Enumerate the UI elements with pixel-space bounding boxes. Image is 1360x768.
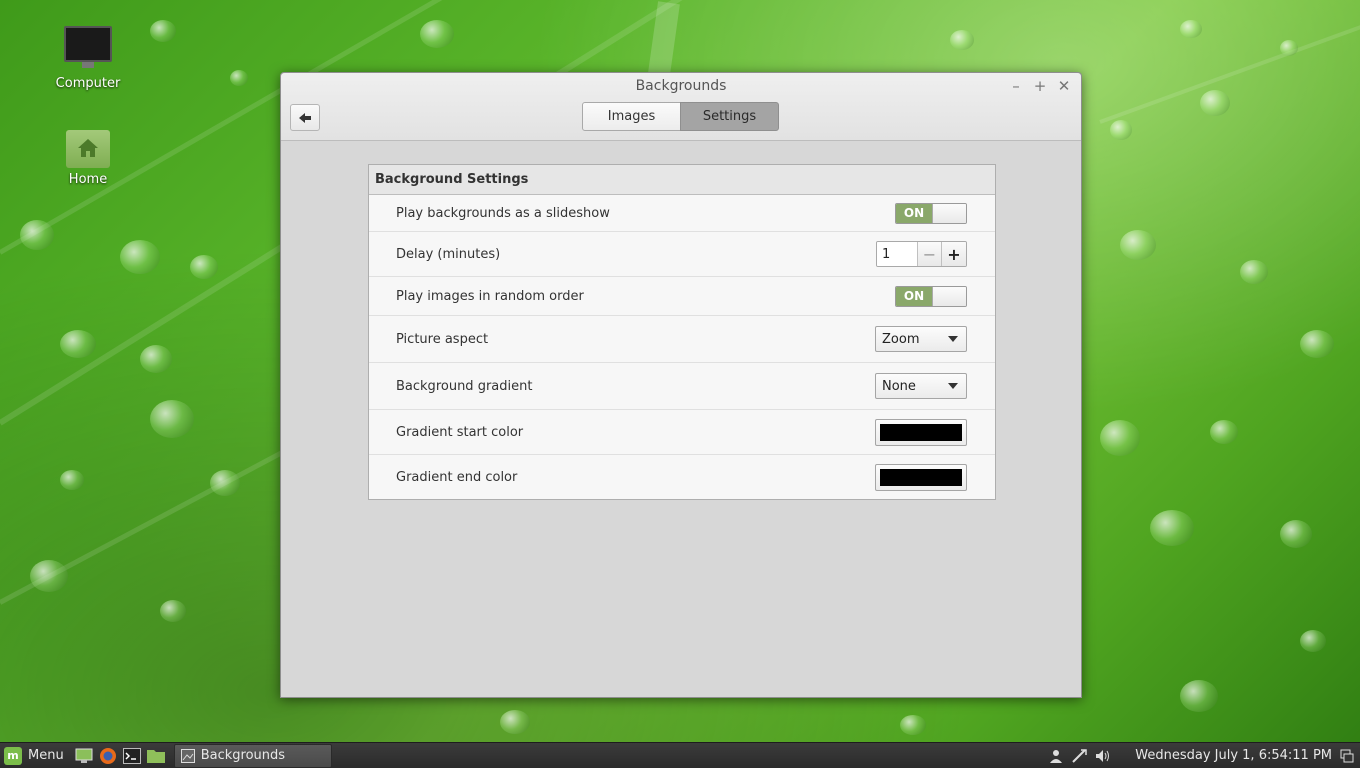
panel-header: Background Settings [369,165,995,195]
clock[interactable]: Wednesday July 1, 6:54:11 PM [1135,748,1332,763]
backgrounds-app-icon [180,748,195,763]
taskbar: m Menu Backgrounds Wednesday July 1, 6:5… [0,742,1360,768]
row-slideshow: Play backgrounds as a slideshow ON [369,195,995,232]
back-button[interactable] [290,104,320,131]
maximize-button[interactable]: + [1033,77,1047,95]
row-label: Gradient start color [396,424,524,440]
switch-knob [932,286,966,306]
firefox-icon [99,747,116,764]
delay-spinner: 1 − + [876,241,967,267]
caret-down-icon [948,336,958,342]
menu-label: Menu [28,748,64,763]
computer-icon [64,26,112,68]
task-label: Backgrounds [200,748,286,763]
background-gradient-dropdown[interactable]: None [875,373,967,399]
terminal-launcher[interactable] [122,746,142,766]
row-gradient-end: Gradient end color [369,455,995,499]
firefox-launcher[interactable] [98,746,118,766]
row-gradient-start: Gradient start color [369,410,995,455]
slideshow-switch[interactable]: ON [895,202,967,224]
row-delay: Delay (minutes) 1 − + [369,232,995,277]
background-settings-panel: Background Settings Play backgrounds as … [368,164,996,500]
tab-bar: Images Settings [582,102,779,131]
minimize-button[interactable]: – [1009,77,1023,95]
system-tray: Wednesday July 1, 6:54:11 PM [1049,743,1360,768]
delay-input[interactable]: 1 [877,242,918,266]
desktop-icon-computer[interactable]: Computer [43,26,133,91]
row-label: Delay (minutes) [396,246,501,262]
gradient-start-color-button[interactable] [875,418,967,446]
desktop-icon-label: Computer [55,76,121,91]
row-picture-aspect: Picture aspect Zoom [369,316,995,363]
dropdown-value: Zoom [882,331,920,347]
task-backgrounds[interactable]: Backgrounds [173,743,332,768]
window-controls: – + ✕ [1009,77,1071,95]
show-desktop-launcher[interactable] [74,746,94,766]
mint-logo-icon: m [4,746,22,765]
files-launcher[interactable] [146,746,166,766]
dropdown-value: None [882,378,916,394]
increment-button[interactable]: + [942,242,966,266]
close-button[interactable]: ✕ [1057,77,1071,95]
caret-down-icon [948,383,958,389]
decrement-button[interactable]: − [918,242,942,266]
tab-settings[interactable]: Settings [680,102,779,131]
desktop-icon-label: Home [68,172,108,187]
random-order-switch[interactable]: ON [895,285,967,307]
menu-button[interactable]: m Menu [0,743,72,768]
backgrounds-window: Backgrounds – + ✕ Images Settings Backgr… [280,72,1082,698]
arrow-left-icon [299,112,311,123]
row-label: Play images in random order [396,288,584,304]
user-icon[interactable] [1049,749,1063,763]
desktop-icon [75,748,93,763]
row-random-order: Play images in random order ON [369,277,995,316]
tab-images[interactable]: Images [582,102,681,131]
window-list-icon[interactable] [1340,749,1354,763]
row-label: Background gradient [396,378,533,394]
terminal-icon [122,747,141,764]
title-bar[interactable]: Backgrounds – + ✕ Images Settings [281,73,1081,141]
folder-icon [146,750,165,763]
row-label: Gradient end color [396,469,518,485]
color-swatch [880,468,962,486]
volume-icon[interactable] [1095,749,1111,763]
color-swatch [880,423,962,441]
switch-state: ON [896,203,932,223]
switch-state: ON [896,286,932,306]
row-label: Picture aspect [396,331,489,347]
desktop-icon-home[interactable]: Home [43,130,133,187]
network-icon[interactable] [1071,748,1087,763]
row-background-gradient: Background gradient None [369,363,995,410]
home-folder-icon [66,130,110,168]
picture-aspect-dropdown[interactable]: Zoom [875,326,967,352]
gradient-end-color-button[interactable] [875,463,967,491]
switch-knob [932,203,966,223]
row-label: Play backgrounds as a slideshow [396,205,610,221]
window-title: Backgrounds [635,78,727,94]
